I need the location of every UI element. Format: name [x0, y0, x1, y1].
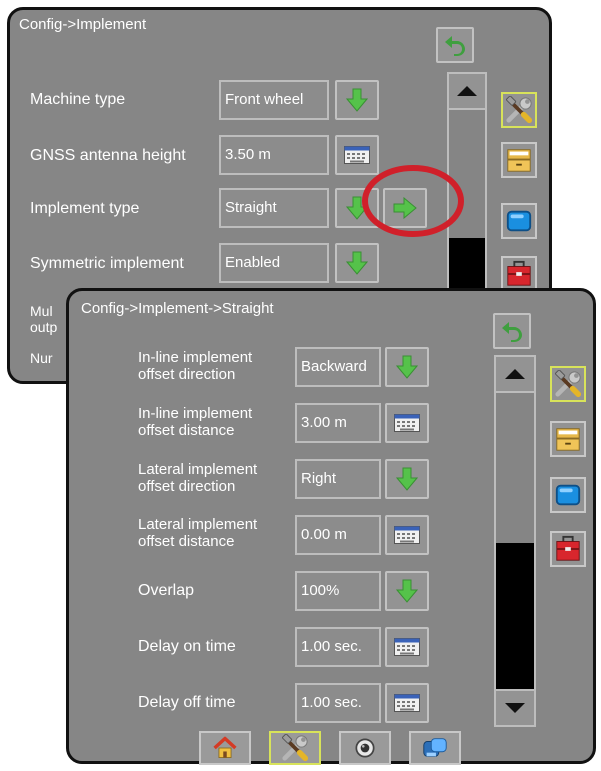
machine-type-value: Front wheel — [219, 80, 329, 120]
right-arrow-icon — [393, 197, 417, 219]
delay-on-time-label: Delay on time — [138, 638, 236, 655]
scroll-thumb[interactable] — [496, 393, 534, 543]
inline-offset-distance-value: 3.00 m — [295, 403, 381, 443]
toolbox-icon — [554, 535, 582, 563]
partial-label-1: Mul — [30, 303, 53, 319]
symmetric-implement-value: Enabled — [219, 243, 329, 283]
scroll-down-button[interactable] — [496, 689, 534, 725]
inline-offset-distance-keyboard-button[interactable] — [385, 403, 429, 443]
down-arrow-icon — [346, 196, 368, 220]
nav-home[interactable] — [199, 731, 251, 765]
lateral-offset-direction-label: Lateral implement offset direction — [138, 461, 257, 495]
partial-label-3: Nur — [30, 350, 53, 366]
scroll-up-button[interactable] — [496, 357, 534, 393]
scroll-thumb[interactable] — [449, 110, 485, 238]
tab-tools[interactable] — [501, 92, 537, 128]
overlap-label: Overlap — [138, 582, 195, 599]
down-arrow-icon — [346, 88, 368, 112]
tab-toolbox[interactable] — [501, 256, 537, 292]
inline-offset-direction-value: Backward — [295, 347, 381, 387]
up-triangle-icon — [505, 369, 525, 379]
camera-icon — [352, 735, 378, 761]
machine-type-dropdown-button[interactable] — [335, 80, 379, 120]
symmetric-implement-label: Symmetric implement — [30, 255, 184, 272]
lateral-offset-distance-label: Lateral implement offset distance — [138, 516, 257, 550]
storage-drawer-icon — [554, 425, 582, 453]
keyboard-icon — [394, 414, 420, 432]
down-arrow-icon — [396, 579, 418, 603]
gnss-antenna-height-keyboard-button[interactable] — [335, 135, 379, 175]
gnss-antenna-height-value: 3.50 m — [219, 135, 329, 175]
nav-camera[interactable] — [339, 731, 391, 765]
label-line-2: offset distance — [138, 533, 235, 550]
lateral-offset-distance-value: 0.00 m — [295, 515, 381, 555]
page-title: Config->Implement — [19, 16, 147, 33]
gnss-antenna-height-label: GNSS antenna height — [30, 147, 186, 164]
symmetric-implement-dropdown-button[interactable] — [335, 243, 379, 283]
tab-storage[interactable] — [550, 421, 586, 457]
partial-label-2: outp — [30, 319, 58, 335]
lateral-offset-direction-dropdown-button[interactable] — [385, 459, 429, 499]
inline-offset-direction-label: In-line implement offset direction — [138, 349, 252, 383]
nav-tools[interactable] — [269, 731, 321, 765]
implement-type-dropdown-button[interactable] — [335, 188, 379, 228]
delay-off-time-keyboard-button[interactable] — [385, 683, 429, 723]
page-title: Config->Implement->Straight — [81, 300, 274, 317]
label-line-2: offset distance — [138, 422, 235, 439]
label-line-2: offset direction — [138, 478, 236, 495]
bottom-navigation — [199, 731, 479, 765]
down-arrow-icon — [346, 251, 368, 275]
keyboard-icon — [394, 638, 420, 656]
machine-type-label: Machine type — [30, 91, 126, 108]
straight-implement-config-screen: Config->Implement->Straight In-line impl… — [66, 288, 596, 765]
label-line-1: Lateral implement — [138, 461, 258, 478]
back-button[interactable] — [436, 27, 474, 63]
keyboard-icon — [344, 146, 370, 164]
tools-icon — [505, 96, 533, 124]
tab-tools[interactable] — [550, 366, 586, 402]
tab-storage[interactable] — [501, 142, 537, 178]
data-transfer-icon — [421, 734, 449, 762]
delay-on-time-keyboard-button[interactable] — [385, 627, 429, 667]
keyboard-icon — [394, 694, 420, 712]
delay-off-time-label: Delay off time — [138, 694, 236, 711]
inline-offset-distance-label: In-line implement offset distance — [138, 405, 252, 439]
scrollbar[interactable] — [494, 355, 536, 727]
lateral-offset-distance-keyboard-button[interactable] — [385, 515, 429, 555]
storage-drawer-icon — [505, 146, 533, 174]
label-line-1: In-line implement — [138, 405, 253, 422]
display-icon — [554, 481, 582, 509]
label-line-2: offset direction — [138, 366, 236, 383]
scroll-track — [496, 543, 534, 689]
tab-toolbox[interactable] — [550, 531, 586, 567]
down-arrow-icon — [396, 467, 418, 491]
keyboard-icon — [394, 526, 420, 544]
tools-icon — [281, 734, 309, 762]
display-icon — [505, 207, 533, 235]
label-line-1: Lateral implement — [138, 516, 258, 533]
up-triangle-icon — [457, 86, 477, 96]
lateral-offset-direction-value: Right — [295, 459, 381, 499]
inline-offset-direction-dropdown-button[interactable] — [385, 347, 429, 387]
back-arrow-icon — [443, 33, 467, 57]
scroll-up-button[interactable] — [449, 74, 485, 110]
overlap-value: 100% — [295, 571, 381, 611]
home-icon — [212, 735, 238, 761]
delay-on-time-value: 1.00 sec. — [295, 627, 381, 667]
down-triangle-icon — [505, 703, 525, 713]
tab-display[interactable] — [501, 203, 537, 239]
back-button[interactable] — [493, 313, 531, 349]
down-arrow-icon — [396, 355, 418, 379]
overlap-dropdown-button[interactable] — [385, 571, 429, 611]
implement-type-value: Straight — [219, 188, 329, 228]
tab-display[interactable] — [550, 477, 586, 513]
label-line-1: In-line implement — [138, 349, 253, 366]
implement-type-next-button[interactable] — [383, 188, 427, 228]
back-arrow-icon — [500, 319, 524, 343]
delay-off-time-value: 1.00 sec. — [295, 683, 381, 723]
tools-icon — [554, 370, 582, 398]
implement-type-label: Implement type — [30, 200, 140, 217]
toolbox-icon — [505, 260, 533, 288]
nav-data-transfer[interactable] — [409, 731, 461, 765]
